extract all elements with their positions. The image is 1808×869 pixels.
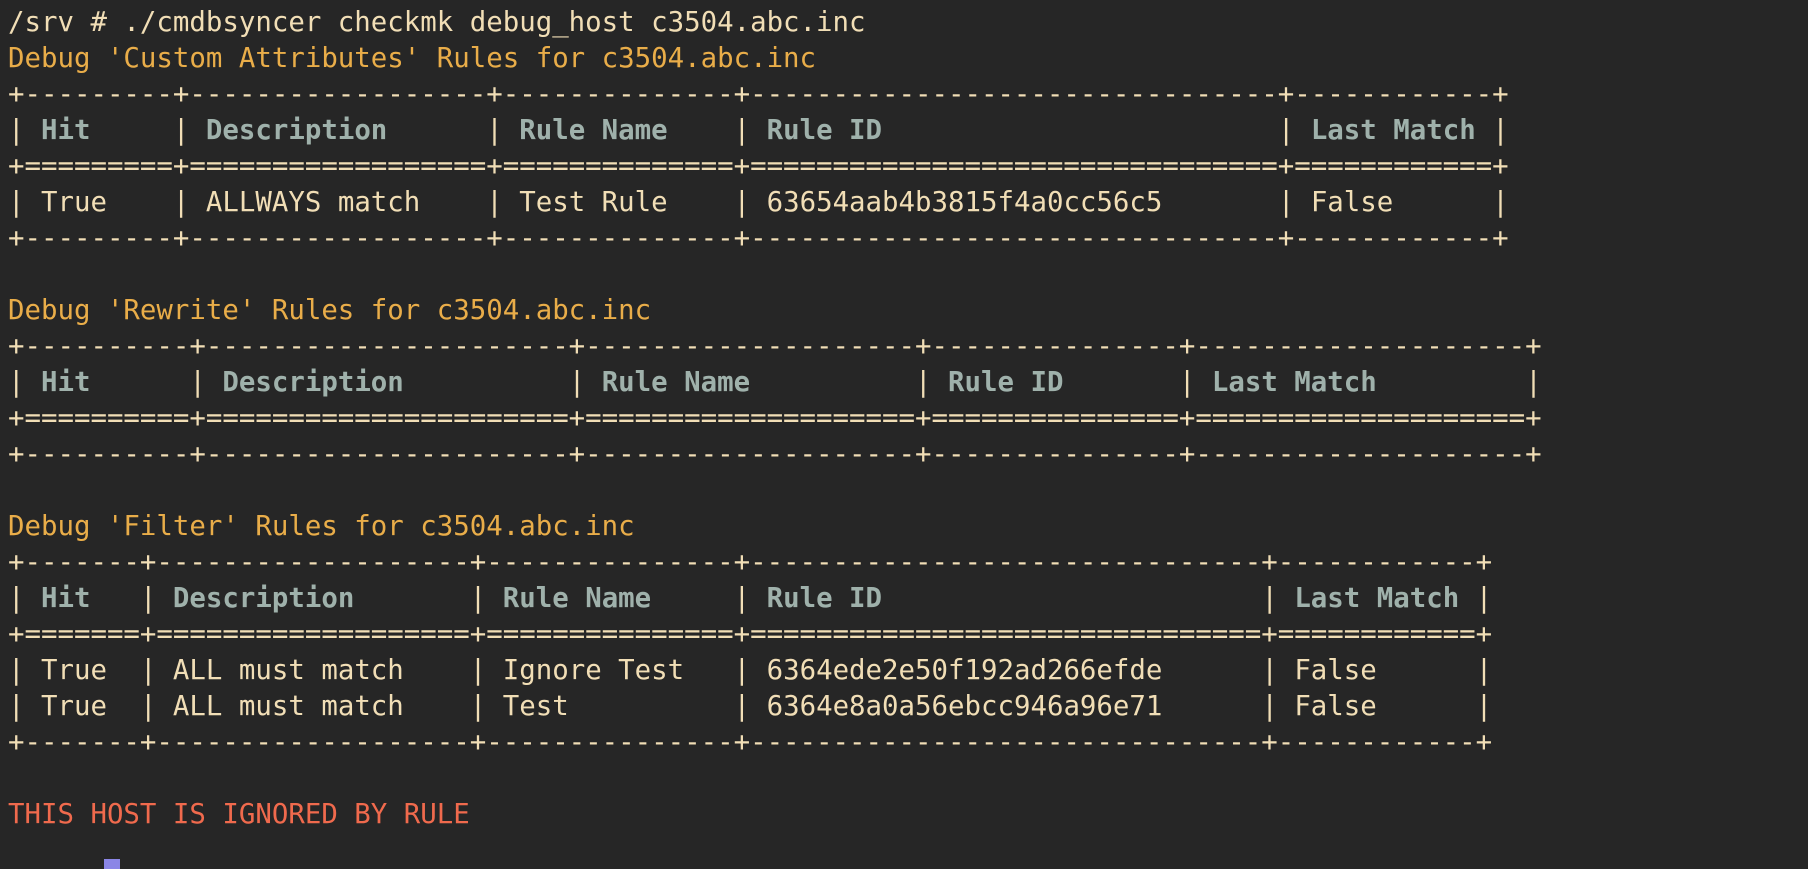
column-divider: | — [8, 187, 41, 218]
column-divider: | — [1475, 583, 1493, 614]
table-border-top: +---------+------------------+----------… — [8, 79, 1509, 110]
column-divider: | — [1261, 583, 1295, 614]
column-divider: | — [1261, 655, 1295, 686]
column-header: Rule ID — [948, 367, 1179, 398]
section-heading: Debug 'Filter' Rules for c3504.abc.inc — [8, 511, 635, 542]
command-line: /srv # ./cmdbsyncer checkmk debug_host c… — [8, 7, 866, 38]
table-cell: Test — [502, 691, 734, 722]
debug-sections: Debug 'Custom Attributes' Rules for c350… — [8, 41, 1808, 797]
column-divider: | — [8, 115, 41, 146]
column-divider: | — [1492, 115, 1509, 146]
column-divider: | — [486, 187, 520, 218]
table-header-separator: +=======+===================+===========… — [8, 619, 1493, 650]
table-border-bottom: +-------+-------------------+-----------… — [8, 727, 1493, 758]
host-ignored-message: THIS HOST IS IGNORED BY RULE — [8, 797, 1808, 833]
column-divider: | — [172, 115, 206, 146]
debug-section: Debug 'Rewrite' Rules for c3504.abc.inc +… — [8, 293, 1808, 509]
column-divider: | — [733, 691, 767, 722]
column-divider: | — [172, 187, 206, 218]
column-header: Last Match — [1294, 583, 1476, 614]
table-border-bottom: +----------+----------------------+-----… — [8, 439, 1542, 470]
table-cell: Ignore Test — [502, 655, 734, 686]
section-heading: Debug 'Rewrite' Rules for c3504.abc.inc — [8, 295, 652, 326]
table-header-separator: +=========+==================+==========… — [8, 151, 1509, 182]
column-divider: | — [1277, 115, 1311, 146]
column-header: Last Match — [1310, 115, 1493, 146]
column-divider: | — [568, 367, 602, 398]
table-cell: True — [40, 655, 140, 686]
column-divider: | — [469, 655, 503, 686]
table-cell: False — [1310, 187, 1493, 218]
column-header: Description — [205, 115, 487, 146]
column-divider: | — [189, 367, 223, 398]
column-divider: | — [1178, 367, 1212, 398]
section-heading: Debug 'Custom Attributes' Rules for c350… — [8, 43, 817, 74]
column-divider: | — [486, 115, 520, 146]
column-divider: | — [1475, 691, 1493, 722]
table-cell: Test Rule — [519, 187, 734, 218]
table-border-bottom: +---------+------------------+----------… — [8, 223, 1509, 254]
column-header: Hit — [40, 367, 190, 398]
column-header: Rule ID — [766, 583, 1262, 614]
column-header: Description — [222, 367, 569, 398]
column-header: Hit — [40, 115, 173, 146]
column-header: Hit — [40, 583, 140, 614]
host-ignored-text: THIS HOST IS IGNORED BY RULE — [8, 799, 470, 830]
cursor-line — [8, 833, 1808, 869]
table-cell: True — [40, 187, 173, 218]
table-row: | True | ALLWAYS match | Test Rule | 636… — [8, 185, 1808, 221]
column-divider: | — [733, 187, 767, 218]
column-divider: | — [915, 367, 948, 398]
column-divider: | — [1475, 655, 1493, 686]
table-border-top: +----------+----------------------+-----… — [8, 331, 1542, 362]
column-divider: | — [8, 583, 41, 614]
table-cell: True — [40, 691, 140, 722]
table-border-top: +-------+-------------------+-----------… — [8, 547, 1493, 578]
column-header: Description — [172, 583, 470, 614]
column-divider: | — [139, 655, 173, 686]
table-header-row: | Hit | Description | Rule Name | Rule I… — [8, 113, 1808, 149]
terminal-cursor — [104, 859, 120, 869]
table-cell: ALL must match — [172, 691, 470, 722]
column-divider: | — [1261, 691, 1295, 722]
table-header-row: | Hit | Description | Rule Name | Rule I… — [8, 365, 1808, 401]
column-divider: | — [139, 691, 173, 722]
table-cell: 6364ede2e50f192ad266efde — [766, 655, 1262, 686]
column-divider: | — [733, 115, 767, 146]
terminal-window[interactable]: /srv # ./cmdbsyncer checkmk debug_host c… — [8, 5, 1808, 869]
previous-output-remnant — [0, 0, 260, 3]
table-cell: ALLWAYS match — [205, 187, 487, 218]
column-header: Rule ID — [766, 115, 1278, 146]
table-cell: False — [1294, 655, 1476, 686]
column-divider: | — [1525, 367, 1542, 398]
column-divider: | — [469, 583, 503, 614]
column-header: Rule Name — [502, 583, 734, 614]
debug-section: Debug 'Filter' Rules for c3504.abc.inc +-… — [8, 509, 1808, 797]
column-header: Last Match — [1211, 367, 1526, 398]
column-divider: | — [733, 583, 767, 614]
debug-section: Debug 'Custom Attributes' Rules for c350… — [8, 41, 1808, 293]
table-row: | True | ALL must match | Test | 6364e8a… — [8, 689, 1808, 725]
column-divider: | — [469, 691, 503, 722]
column-header: Rule Name — [601, 367, 916, 398]
column-divider: | — [1492, 187, 1509, 218]
column-divider: | — [8, 367, 41, 398]
table-header-separator: +==========+======================+=====… — [8, 403, 1542, 434]
table-row: | True | ALL must match | Ignore Test | … — [8, 653, 1808, 689]
column-divider: | — [8, 655, 41, 686]
table-cell: 63654aab4b3815f4a0cc56c5 — [766, 187, 1278, 218]
table-cell: False — [1294, 691, 1476, 722]
column-divider: | — [733, 655, 767, 686]
table-cell: 6364e8a0a56ebcc946a96e71 — [766, 691, 1262, 722]
column-divider: | — [8, 691, 41, 722]
column-divider: | — [139, 583, 173, 614]
column-header: Rule Name — [519, 115, 734, 146]
table-cell: ALL must match — [172, 655, 470, 686]
column-divider: | — [1277, 187, 1311, 218]
table-header-row: | Hit | Description | Rule Name | Rule I… — [8, 581, 1808, 617]
